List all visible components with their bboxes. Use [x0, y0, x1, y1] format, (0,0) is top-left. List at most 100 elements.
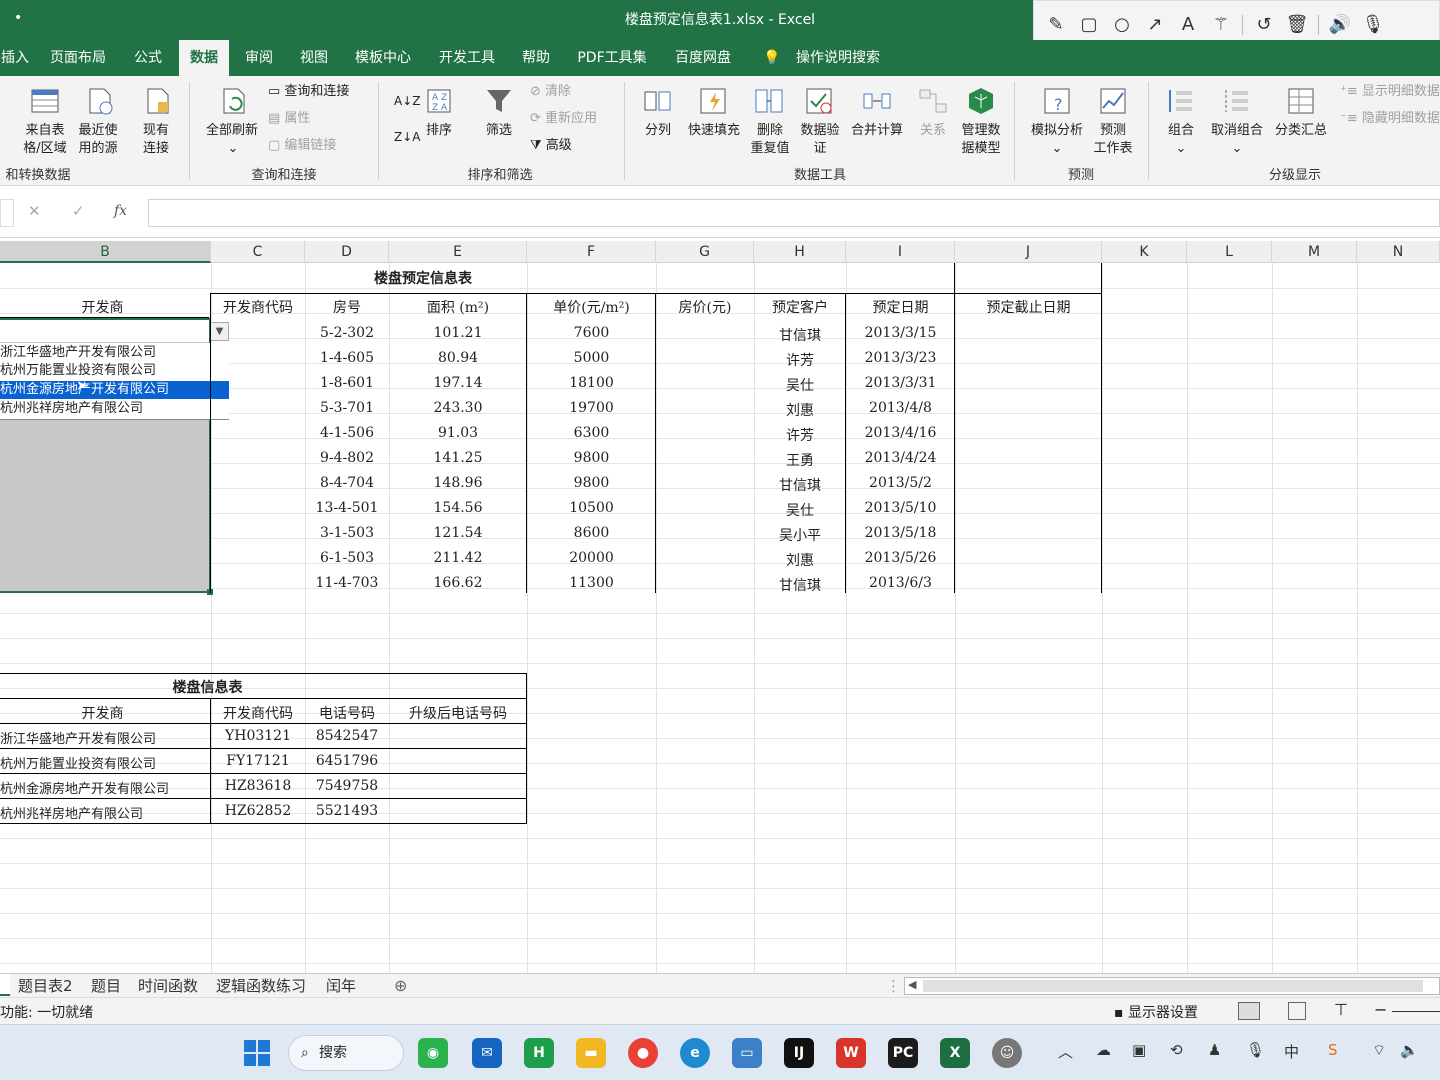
table1-cell[interactable]: 刘惠	[754, 550, 846, 570]
column-header-n[interactable]: N	[1357, 241, 1440, 263]
zoom-out-icon[interactable]: −	[1374, 1000, 1387, 1019]
table1-cell[interactable]: 5000	[527, 350, 656, 366]
show-detail-button[interactable]: ⁺≡ 显示明细数据	[1340, 83, 1440, 101]
table1-cell[interactable]: 5-3-701	[305, 400, 389, 416]
tab-pdf-tools[interactable]: PDF工具集	[568, 40, 656, 76]
from-table-button[interactable]: 来自表 格/区域	[18, 122, 72, 158]
excel-icon[interactable]: X	[940, 1038, 970, 1068]
table1-cell[interactable]: 148.96	[389, 475, 527, 491]
tab-tell-me[interactable]: 操作说明搜索	[786, 40, 890, 76]
hbuilder-icon[interactable]: H	[524, 1038, 554, 1068]
table1-cell[interactable]: 2013/6/3	[846, 575, 955, 591]
table1-cell[interactable]: 许芳	[754, 350, 846, 370]
volume-icon[interactable]: 🔈	[1400, 1041, 1419, 1059]
sheet-tab[interactable]: 逻辑函数练习	[216, 974, 306, 998]
taskbar-search[interactable]: ⌕ 搜索	[288, 1035, 404, 1071]
table1-cell[interactable]: 154.56	[389, 500, 527, 516]
tab-splitter[interactable]: ⋮	[886, 974, 901, 998]
sort-descending-icon[interactable]: Z↓A	[394, 128, 420, 146]
page-layout-view-icon[interactable]	[1288, 1002, 1306, 1020]
tab-insert[interactable]: 插入	[0, 40, 30, 76]
zoom-slider[interactable]	[1392, 1011, 1440, 1012]
dropdown-option[interactable]: 浙江华盛地产开发有限公司	[0, 344, 229, 362]
tab-data[interactable]: 数据	[179, 40, 229, 76]
table1-cell[interactable]: 1-8-601	[305, 375, 389, 391]
table2-cell[interactable]: YH03121	[211, 728, 305, 744]
table1-cell[interactable]: 197.14	[389, 375, 527, 391]
undo-icon[interactable]: ↺	[1252, 13, 1276, 37]
text-icon[interactable]: A	[1176, 13, 1200, 37]
tab-baidu-netdisk[interactable]: 百度网盘	[666, 40, 740, 76]
sheet-tab[interactable]: 闰年	[326, 974, 356, 998]
table1-cell[interactable]: 121.54	[389, 525, 527, 541]
sort-ascending-icon[interactable]: A↓Z	[394, 92, 420, 110]
table2-cell[interactable]: FY17121	[211, 753, 305, 769]
magic-wand-icon[interactable]: ⚚	[1209, 13, 1233, 37]
reapply-button[interactable]: ⟳ 重新应用	[530, 110, 597, 128]
sheet-tab[interactable]: 题目	[91, 974, 121, 998]
chrome-icon[interactable]: ●	[628, 1038, 658, 1068]
enter-icon[interactable]: ✓	[72, 202, 85, 220]
edge-icon[interactable]: e	[680, 1038, 710, 1068]
chevron-down-icon[interactable]: ⌄	[226, 140, 240, 158]
table1-cell[interactable]: 甘信琪	[754, 325, 846, 345]
recent-sources-button[interactable]: 最近使 用的源	[72, 122, 124, 158]
table1-cell[interactable]: 2013/3/31	[846, 375, 955, 391]
table1-cell[interactable]: 91.03	[389, 425, 527, 441]
table1-cell[interactable]: 2013/5/10	[846, 500, 955, 516]
table2-cell[interactable]: 杭州兆祥房地产有限公司	[0, 803, 205, 822]
table1-cell[interactable]: 2013/5/18	[846, 525, 955, 541]
table1-cell[interactable]: 80.94	[389, 350, 527, 366]
flash-fill-button[interactable]: 快速填充	[684, 122, 744, 140]
column-header-b[interactable]: B	[0, 241, 211, 263]
table1-cell[interactable]: 7600	[527, 325, 656, 341]
horizontal-scrollbar[interactable]: ◀	[904, 977, 1440, 995]
active-sheet-tab[interactable]	[0, 974, 10, 996]
sogou-icon[interactable]: S	[1328, 1041, 1338, 1059]
display-settings-button[interactable]: ▪ 显示器设置	[1114, 1002, 1198, 1022]
file-explorer-icon[interactable]: ▬	[576, 1038, 606, 1068]
cloud-icon[interactable]: ☁	[1096, 1041, 1111, 1059]
table2-cell[interactable]: HZ83618	[211, 778, 305, 794]
cancel-icon[interactable]: ✕	[28, 202, 41, 220]
table1-cell[interactable]: 8600	[527, 525, 656, 541]
table1-cell[interactable]: 10500	[527, 500, 656, 516]
column-header-d[interactable]: D	[305, 241, 389, 263]
trash-icon[interactable]: 🗑	[1285, 13, 1309, 37]
windows-start-icon[interactable]	[242, 1038, 272, 1068]
table1-cell[interactable]: 2013/3/23	[846, 350, 955, 366]
ungroup-button[interactable]: 取消组合	[1206, 122, 1268, 140]
input-method-icon[interactable]: 中	[1284, 1041, 1299, 1062]
table1-cell[interactable]: 王勇	[754, 450, 846, 470]
tab-template-center[interactable]: 模板中心	[346, 40, 420, 76]
dropdown-option[interactable]: 杭州兆祥房地产有限公司	[0, 400, 229, 418]
column-header-i[interactable]: I	[846, 241, 955, 263]
column-header-k[interactable]: K	[1102, 241, 1187, 263]
speaker-icon[interactable]: 🔊	[1328, 13, 1352, 37]
text-to-columns-button[interactable]: 分列	[636, 122, 680, 140]
rectangle-icon[interactable]: ▢	[1077, 13, 1101, 37]
table1-cell[interactable]: 19700	[527, 400, 656, 416]
chevron-down-icon[interactable]: ⌄	[1050, 140, 1064, 158]
table1-cell[interactable]: 101.21	[389, 325, 527, 341]
formula-input[interactable]	[148, 199, 1440, 227]
table1-cell[interactable]: 211.42	[389, 550, 527, 566]
dropdown-option-selected[interactable]: 杭州金源房地产开发有限公司	[0, 381, 229, 399]
properties-button[interactable]: ▤ 属性	[268, 110, 310, 128]
what-if-analysis-button[interactable]: 模拟分析	[1026, 122, 1088, 140]
pencil-icon[interactable]: ✎	[1044, 13, 1068, 37]
table1-cell[interactable]: 吴仕	[754, 375, 846, 395]
group-button[interactable]: 组合	[1160, 122, 1202, 140]
table2-cell[interactable]: 7549758	[305, 778, 389, 794]
column-header-j[interactable]: J	[955, 241, 1102, 263]
sheet-tab[interactable]: 时间函数	[138, 974, 198, 998]
table1-cell[interactable]: 2013/4/24	[846, 450, 955, 466]
wifi-icon[interactable]: ⌔	[1372, 1041, 1386, 1060]
microphone-icon[interactable]: 🎙	[1361, 13, 1385, 37]
column-header-f[interactable]: F	[527, 241, 656, 263]
dropdown-arrow-icon[interactable]: ▼	[210, 322, 229, 341]
table2-cell[interactable]: 5521493	[305, 803, 389, 819]
intellij-icon[interactable]: IJ	[784, 1038, 814, 1068]
sheet-tab[interactable]: 题目表2	[18, 974, 73, 998]
forecast-sheet-button[interactable]: 预测 工作表	[1088, 122, 1138, 158]
